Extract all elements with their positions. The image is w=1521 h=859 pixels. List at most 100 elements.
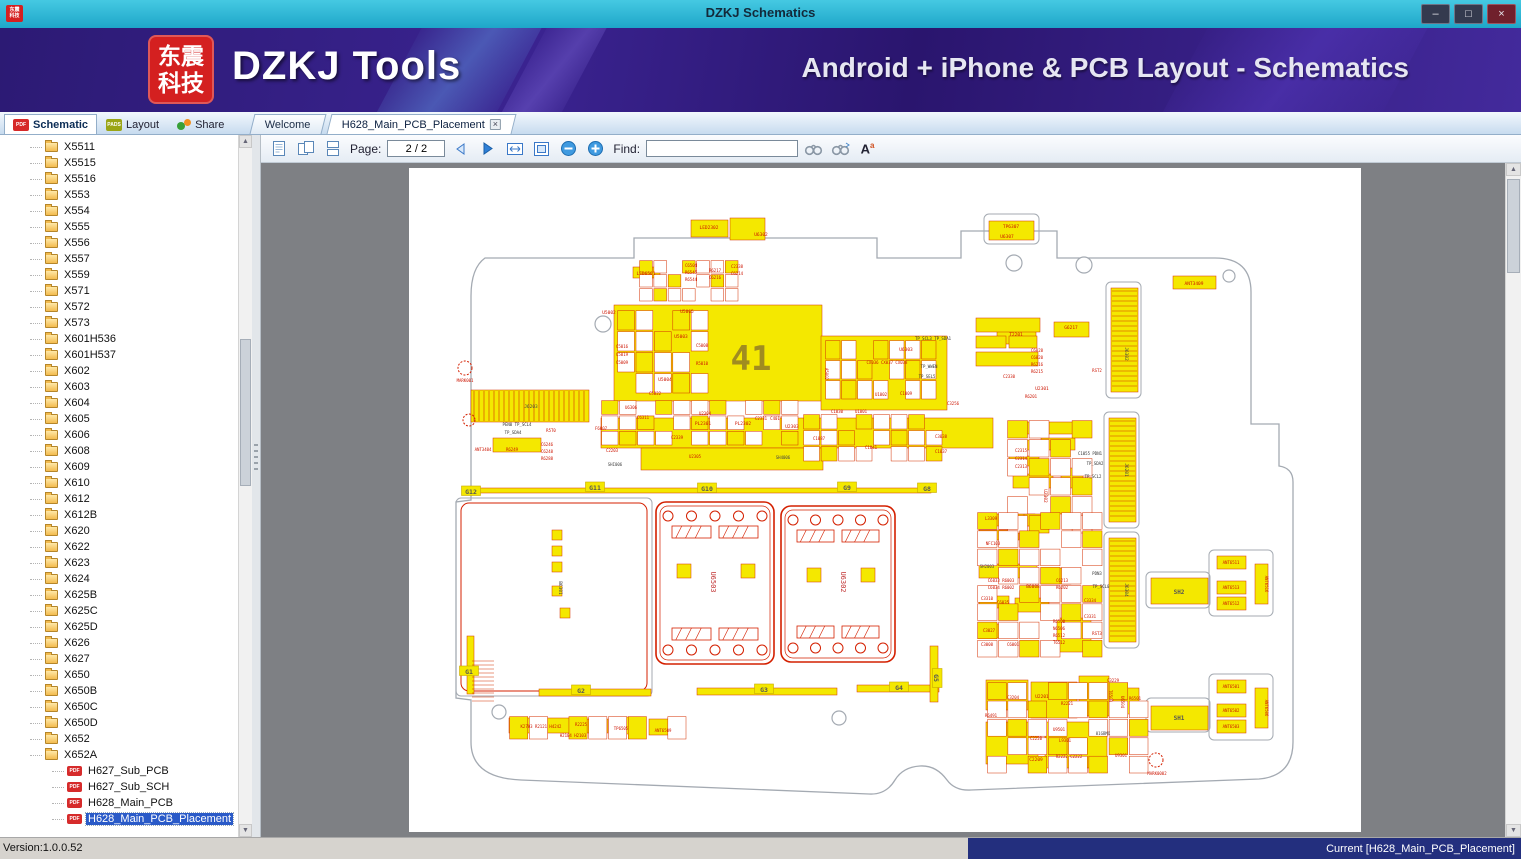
- svg-text:L3309: L3309: [985, 516, 998, 521]
- previous-page-icon[interactable]: [449, 137, 472, 160]
- tree-folder-x604[interactable]: X604: [0, 395, 238, 411]
- viewer-scrollbar-thumb[interactable]: [1507, 179, 1520, 274]
- text-size-icon[interactable]: Aa: [856, 137, 879, 160]
- tree-file-h628_main_pcb_placement[interactable]: PDF H628_Main_PCB_Placement: [0, 811, 238, 827]
- svg-text:R5010: R5010: [696, 361, 709, 366]
- tree-folder-x609[interactable]: X609: [0, 459, 238, 475]
- tree-folder-x601h536[interactable]: X601H536: [0, 331, 238, 347]
- next-page-icon[interactable]: [476, 137, 499, 160]
- tree-folder-x571[interactable]: X571: [0, 283, 238, 299]
- tree-folder-x650d[interactable]: X650D: [0, 715, 238, 731]
- tree-folder-x625d[interactable]: X625D: [0, 619, 238, 635]
- tree-file-h627_sub_sch[interactable]: PDF H627_Sub_SCH: [0, 779, 238, 795]
- tree-file-h628_main_pcb[interactable]: PDF H628_Main_PCB: [0, 795, 238, 811]
- svg-text:LED2302: LED2302: [700, 225, 719, 231]
- svg-text:U1001: U1001: [855, 409, 868, 414]
- viewer-scrollbar[interactable]: ▲ ▼: [1505, 163, 1521, 837]
- svg-text:CX036 CX037 CX038: CX036 CX037 CX038: [867, 360, 909, 365]
- tree-connector: [30, 610, 42, 612]
- tree-folder-x601h537[interactable]: X601H537: [0, 347, 238, 363]
- tree-folder-x623[interactable]: X623: [0, 555, 238, 571]
- ribbon-tab-layout[interactable]: PADS Layout: [97, 114, 168, 134]
- tree-folder-x625c[interactable]: X625C: [0, 603, 238, 619]
- fit-width-icon[interactable]: [503, 137, 526, 160]
- tree-folder-x650[interactable]: X650: [0, 667, 238, 683]
- tree-folder-x650c[interactable]: X650C: [0, 699, 238, 715]
- tree-folder-x627[interactable]: X627: [0, 651, 238, 667]
- ribbon-tab-schematic[interactable]: PDF Schematic: [4, 114, 98, 134]
- tree-file-h627_sub_pcb[interactable]: PDF H627_Sub_PCB: [0, 763, 238, 779]
- tree-scrollbar-thumb[interactable]: [240, 338, 251, 486]
- panel-splitter[interactable]: [252, 135, 261, 837]
- scroll-down-icon[interactable]: ▼: [1506, 824, 1521, 837]
- ribbon-tab-share[interactable]: Share: [168, 114, 233, 134]
- tree-folder-x612[interactable]: X612: [0, 491, 238, 507]
- find-input[interactable]: [646, 140, 799, 157]
- pads-icon: PADS: [106, 118, 123, 131]
- svg-text:SH1: SH1: [1174, 715, 1185, 722]
- scroll-up-icon[interactable]: ▲: [1506, 163, 1521, 176]
- continuous-view-icon[interactable]: [321, 137, 344, 160]
- tree-folder-x5511[interactable]: X5511: [0, 139, 238, 155]
- tree-folder-x5516[interactable]: X5516: [0, 171, 238, 187]
- folder-icon: [45, 508, 58, 520]
- zoom-in-icon[interactable]: [584, 137, 607, 160]
- scroll-down-icon[interactable]: ▼: [239, 824, 252, 837]
- svg-text:R6202: R6202: [1056, 585, 1069, 590]
- tree-folder-x553[interactable]: X553: [0, 187, 238, 203]
- doc-tab-h628_main_pcb_placement[interactable]: H628_Main_PCB_Placement ×: [326, 114, 517, 134]
- tree-folder-x652a[interactable]: X652A: [0, 747, 238, 763]
- find-next-icon[interactable]: [829, 137, 852, 160]
- file-tree: X5511 X5515 X5516 X553 X554 X555 X556 X557 X559 X…: [0, 139, 238, 837]
- find-previous-icon[interactable]: [802, 137, 825, 160]
- tree-folder-x556[interactable]: X556: [0, 235, 238, 251]
- close-button[interactable]: ×: [1487, 4, 1516, 24]
- tree-item-label: X554: [64, 205, 90, 217]
- tree-folder-x625b[interactable]: X625B: [0, 587, 238, 603]
- tree-folder-x624[interactable]: X624: [0, 571, 238, 587]
- tree-folder-x620[interactable]: X620: [0, 523, 238, 539]
- main-panel: Page: Fin: [261, 135, 1521, 837]
- facing-pages-view-icon[interactable]: [294, 137, 317, 160]
- tree-folder-x603[interactable]: X603: [0, 379, 238, 395]
- tree-folder-x555[interactable]: X555: [0, 219, 238, 235]
- tree-scrollbar[interactable]: ▲ ▼: [238, 135, 252, 837]
- tree-folder-x652[interactable]: X652: [0, 731, 238, 747]
- single-page-view-icon[interactable]: [267, 137, 290, 160]
- tree-folder-x5515[interactable]: X5515: [0, 155, 238, 171]
- tree-folder-x626[interactable]: X626: [0, 635, 238, 651]
- tab-close-icon[interactable]: ×: [490, 119, 502, 130]
- tree-folder-x608[interactable]: X608: [0, 443, 238, 459]
- svg-text:U6302: U6302: [754, 232, 768, 238]
- svg-text:TP_WWEN: TP_WWEN: [921, 364, 938, 369]
- svg-text:C6035: C6035: [997, 600, 1010, 605]
- app-icon: 东震 科技: [6, 5, 23, 22]
- tree-folder-x606[interactable]: X606: [0, 427, 238, 443]
- viewer-canvas[interactable]: G12 G11 G10 G9 G8 G5 G1 G2 G3 G4 LED2302 U6302 TP630…: [261, 163, 1505, 837]
- svg-text:G2: G2: [577, 687, 585, 695]
- tree-folder-x557[interactable]: X557: [0, 251, 238, 267]
- fit-page-icon[interactable]: [530, 137, 553, 160]
- page-number-input[interactable]: [387, 140, 446, 157]
- tree-folder-x559[interactable]: X559: [0, 267, 238, 283]
- tree-folder-x622[interactable]: X622: [0, 539, 238, 555]
- zoom-out-icon[interactable]: [557, 137, 580, 160]
- minimize-button[interactable]: –: [1421, 4, 1450, 24]
- doc-tab-welcome[interactable]: Welcome: [249, 114, 327, 134]
- svg-text:C6214: C6214: [731, 271, 744, 276]
- folder-icon: [45, 300, 58, 312]
- tree-folder-x610[interactable]: X610: [0, 475, 238, 491]
- tree-folder-x554[interactable]: X554: [0, 203, 238, 219]
- maximize-button[interactable]: □: [1454, 4, 1483, 24]
- tree-folder-x602[interactable]: X602: [0, 363, 238, 379]
- tree-folder-x573[interactable]: X573: [0, 315, 238, 331]
- tree-folder-x605[interactable]: X605: [0, 411, 238, 427]
- svg-text:ANT6501: ANT6501: [1223, 684, 1240, 689]
- svg-text:C6246: C6246: [541, 442, 554, 447]
- tree-folder-x612b[interactable]: X612B: [0, 507, 238, 523]
- svg-text:SH2: SH2: [1174, 589, 1185, 596]
- scroll-up-icon[interactable]: ▲: [239, 135, 252, 148]
- tree-folder-x572[interactable]: X572: [0, 299, 238, 315]
- tree-item-label: X608: [64, 445, 90, 457]
- tree-folder-x650b[interactable]: X650B: [0, 683, 238, 699]
